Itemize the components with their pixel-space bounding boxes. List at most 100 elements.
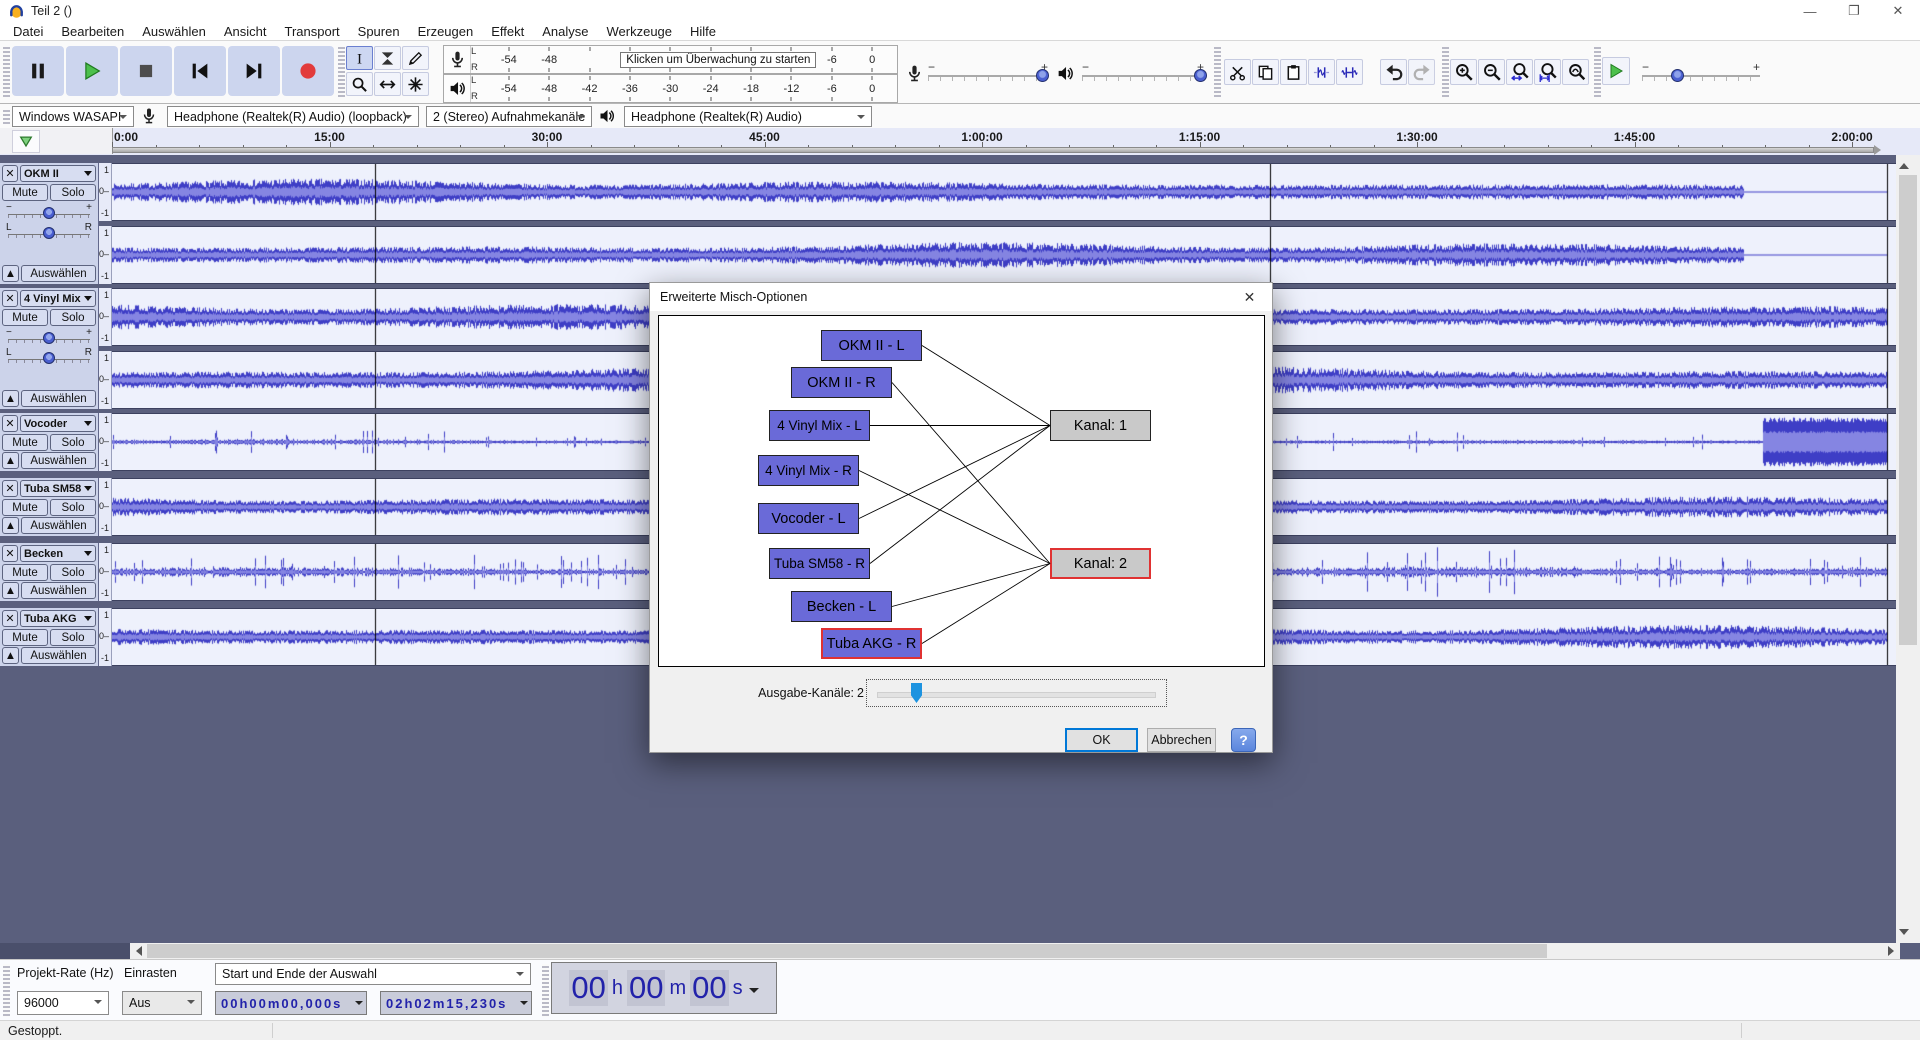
select-button[interactable]: Auswählen (21, 452, 96, 469)
multi-tool[interactable] (402, 72, 429, 96)
waveform-lane[interactable] (112, 226, 1896, 284)
mixer-input-node-3[interactable]: 4 Vinyl Mix - R (758, 455, 859, 486)
silence-selection-button[interactable] (1336, 59, 1363, 85)
menu-werkzeuge[interactable]: Werkzeuge (598, 23, 682, 40)
solo-button[interactable]: Solo (50, 629, 96, 646)
zoom-in-button[interactable] (1450, 59, 1477, 85)
collapse-button[interactable]: ▲ (2, 582, 19, 599)
scroll-up-arrow[interactable] (1896, 157, 1912, 173)
record-button[interactable] (282, 46, 334, 96)
track-close-button[interactable]: ✕ (2, 415, 18, 432)
menu-auswählen[interactable]: Auswählen (133, 23, 215, 40)
position-unit[interactable]: s (733, 977, 743, 1000)
project-rate-select[interactable]: 96000 (17, 991, 109, 1015)
track-title-button[interactable]: Becken (20, 545, 96, 562)
scroll-left-arrow[interactable] (130, 943, 146, 959)
solo-button[interactable]: Solo (50, 434, 96, 451)
track-title-button[interactable]: OKM II (20, 165, 96, 182)
playback-meter[interactable]: L R -54 -48 -42 -36 -30 -24 -18 -12 -6 0 (443, 74, 898, 103)
recording-device-select[interactable]: Headphone (Realtek(R) Audio) (loopback) (167, 106, 419, 127)
stop-button[interactable] (120, 46, 172, 96)
skip-to-start-button[interactable] (174, 46, 226, 96)
mute-button[interactable]: Mute (2, 629, 48, 646)
collapse-button[interactable]: ▲ (2, 390, 19, 407)
position-digits[interactable]: 00 (690, 970, 729, 1006)
play-at-speed-button[interactable] (1602, 57, 1630, 85)
timeline-selection-bar[interactable] (112, 147, 1874, 153)
position-digits[interactable]: 00 (569, 970, 608, 1006)
menu-bearbeiten[interactable]: Bearbeiten (52, 23, 133, 40)
envelope-tool[interactable] (374, 46, 401, 70)
help-button[interactable]: ? (1231, 728, 1256, 752)
horizontal-scrollbar-thumb[interactable] (147, 944, 1547, 958)
track-title-button[interactable]: Tuba SM58 (20, 480, 96, 497)
redo-button[interactable] (1408, 59, 1435, 85)
scroll-right-arrow[interactable] (1884, 943, 1900, 959)
solo-button[interactable]: Solo (50, 309, 96, 326)
mixer-input-node-0[interactable]: OKM II - L (821, 330, 922, 361)
position-unit[interactable]: h (612, 977, 623, 1000)
track-close-button[interactable]: ✕ (2, 165, 18, 182)
audio-host-select[interactable]: Windows WASAPI (12, 106, 134, 127)
gain-thumb[interactable] (43, 207, 55, 219)
solo-button[interactable]: Solo (50, 564, 96, 581)
playback-speed-slider[interactable]: − + (1642, 60, 1760, 83)
select-button[interactable]: Auswählen (21, 517, 96, 534)
pause-button[interactable] (12, 46, 64, 96)
selection-end-field[interactable]: 02h02m15,230s (380, 991, 532, 1015)
recording-volume-slider[interactable]: − + (928, 60, 1049, 83)
restore-button[interactable]: ❐ (1832, 0, 1876, 22)
mixer-output-node-1[interactable]: Kanal: 2 (1050, 548, 1151, 579)
mute-button[interactable]: Mute (2, 184, 48, 201)
gain-slider[interactable]: − + (6, 202, 92, 221)
track-title-button[interactable]: 4 Vinyl Mix (20, 290, 96, 307)
track-close-button[interactable]: ✕ (2, 480, 18, 497)
minimize-button[interactable]: — (1788, 0, 1832, 22)
zoom-tool[interactable] (346, 72, 373, 96)
playback-device-select[interactable]: Headphone (Realtek(R) Audio) (624, 106, 872, 127)
waveform-lane[interactable] (112, 163, 1896, 221)
undo-button[interactable] (1380, 59, 1407, 85)
trim-outside-selection-button[interactable] (1308, 59, 1335, 85)
mixer-input-node-5[interactable]: Tuba SM58 - R (769, 548, 870, 579)
mute-button[interactable]: Mute (2, 434, 48, 451)
mixer-input-node-1[interactable]: OKM II - R (791, 367, 892, 398)
monitoring-hint[interactable]: Klicken um Überwachung zu starten (620, 51, 817, 68)
draw-tool[interactable] (402, 46, 429, 70)
select-button[interactable]: Auswählen (21, 582, 96, 599)
position-digits[interactable]: 00 (626, 970, 666, 1006)
selection-start-field[interactable]: 00h00m00,000s (215, 991, 367, 1015)
solo-button[interactable]: Solo (50, 499, 96, 516)
solo-button[interactable]: Solo (50, 184, 96, 201)
timeshift-tool[interactable] (374, 72, 401, 96)
track-close-button[interactable]: ✕ (2, 290, 18, 307)
pan-slider[interactable]: LR (6, 347, 92, 366)
pan-slider[interactable]: LR (6, 222, 92, 241)
collapse-button[interactable]: ▲ (2, 647, 19, 664)
mixer-input-node-4[interactable]: Vocoder - L (758, 503, 859, 534)
pinned-playhead-button[interactable] (12, 130, 40, 153)
slider-thumb[interactable] (911, 683, 922, 703)
zoom-toggle-button[interactable] (1562, 59, 1589, 85)
ok-button[interactable]: OK (1065, 728, 1138, 752)
snap-select[interactable]: Aus (122, 991, 202, 1015)
collapse-button[interactable]: ▲ (2, 265, 19, 282)
cancel-button[interactable]: Abbrechen (1147, 728, 1216, 752)
mixer-input-node-6[interactable]: Becken - L (791, 591, 892, 622)
select-button[interactable]: Auswählen (21, 647, 96, 664)
output-channels-slider[interactable] (866, 679, 1167, 707)
skip-to-end-button[interactable] (228, 46, 280, 96)
menu-transport[interactable]: Transport (276, 23, 349, 40)
track-close-button[interactable]: ✕ (2, 545, 18, 562)
menu-erzeugen[interactable]: Erzeugen (409, 23, 483, 40)
recording-meter[interactable]: LR-54-48-12-60Klicken um Überwachung zu … (443, 45, 898, 74)
cut-button[interactable] (1224, 59, 1251, 85)
mixer-input-node-7[interactable]: Tuba AKG - R (821, 628, 922, 659)
zoom-selection-button[interactable] (1506, 59, 1533, 85)
vertical-scrollbar-thumb[interactable] (1899, 175, 1917, 645)
zoom-fit-button[interactable] (1534, 59, 1561, 85)
recording-channels-select[interactable]: 2 (Stereo) Aufnahmekanäle (426, 106, 592, 127)
waveform-canvas[interactable] (112, 164, 1896, 220)
gain-thumb[interactable] (43, 332, 55, 344)
mute-button[interactable]: Mute (2, 564, 48, 581)
